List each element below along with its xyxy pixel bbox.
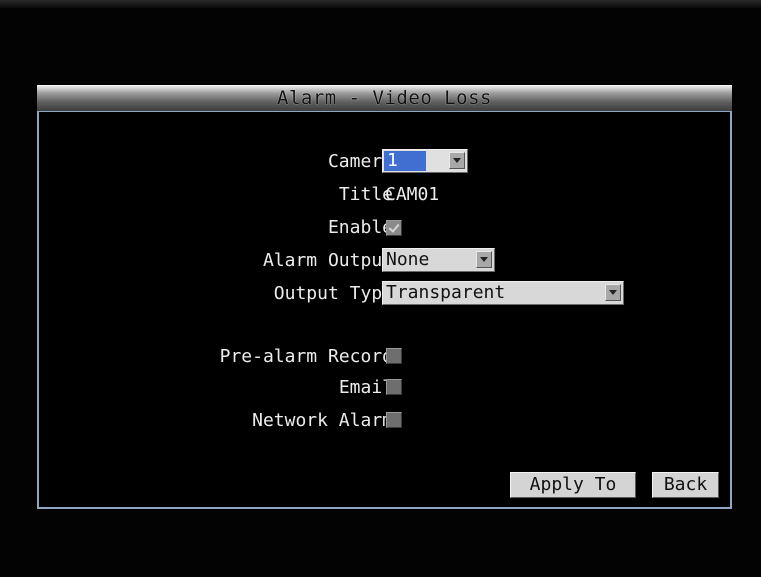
enable-label: Enable: [327, 217, 393, 238]
pre-alarm-record-label: Pre-alarm Record: [219, 346, 393, 367]
output-type-label: Output Type: [273, 283, 393, 304]
output-type-dropdown-arrow-icon[interactable]: [605, 284, 621, 301]
enable-checkbox[interactable]: [386, 220, 402, 236]
email-checkbox[interactable]: [386, 379, 402, 395]
output-type-select-value: Transparent: [386, 282, 506, 303]
output-type-select[interactable]: Transparent: [382, 281, 624, 305]
pre-alarm-record-checkbox[interactable]: [386, 348, 402, 364]
dialog-title: Alarm - Video Loss: [277, 87, 492, 109]
alarm-output-label: Alarm Output: [262, 250, 393, 271]
camera-select[interactable]: 1: [382, 149, 468, 173]
dialog-title-bar: Alarm - Video Loss: [37, 85, 732, 111]
title-value[interactable]: CAM01: [385, 184, 439, 206]
alarm-output-select-value: None: [386, 249, 430, 270]
alarm-output-dropdown-arrow-icon[interactable]: [476, 251, 492, 268]
camera-dropdown-arrow-icon[interactable]: [449, 152, 465, 169]
dvr-screen: Alarm - Video Loss Camera 1 Title CAM01 …: [0, 0, 761, 577]
alarm-output-select[interactable]: None: [382, 248, 495, 272]
screen-top-edge: [0, 0, 761, 8]
apply-to-button[interactable]: Apply To: [510, 472, 636, 498]
back-button[interactable]: Back: [652, 472, 719, 498]
camera-select-value: 1: [384, 151, 426, 171]
email-label: Email: [338, 377, 393, 398]
network-alarm-checkbox[interactable]: [386, 412, 402, 428]
network-alarm-label: Network Alarm: [252, 410, 393, 431]
